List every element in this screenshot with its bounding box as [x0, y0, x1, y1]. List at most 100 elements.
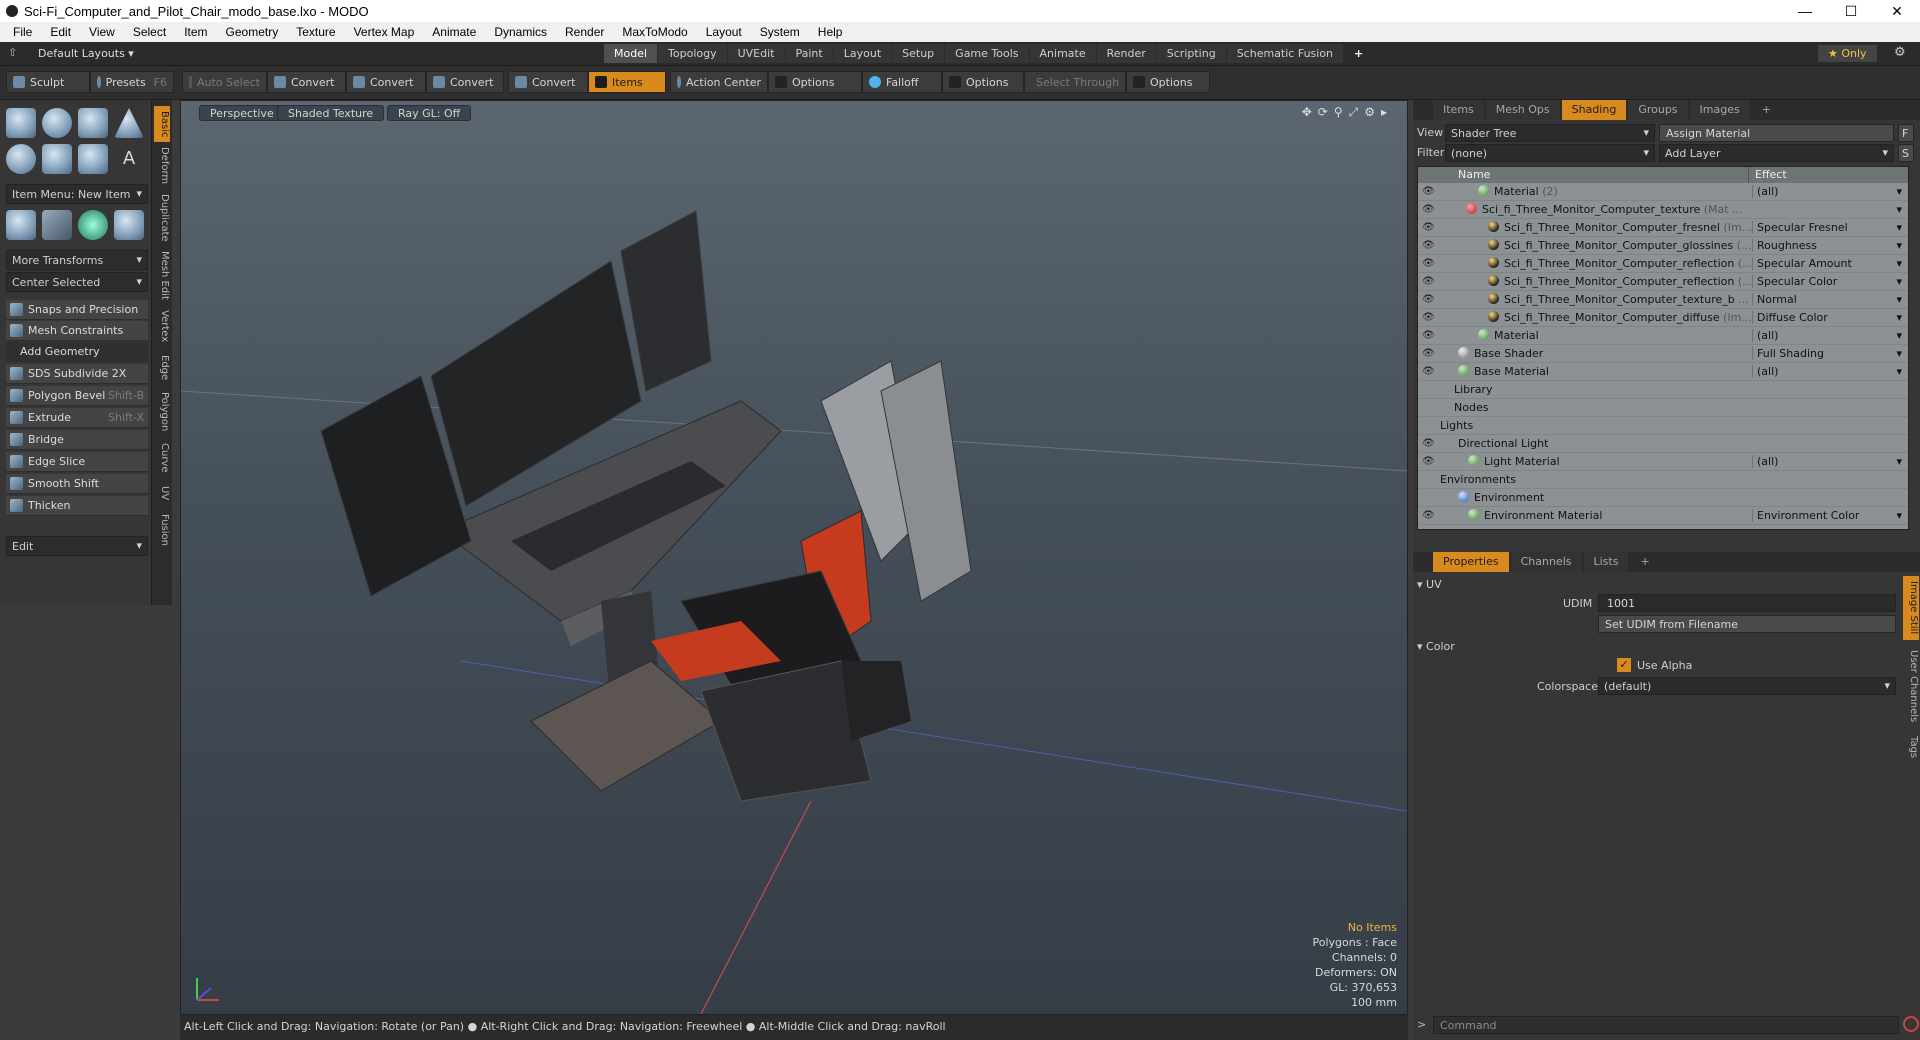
add-layer-dropdown[interactable]: Add Layer [1659, 144, 1894, 162]
add-geometry-header[interactable]: Add Geometry [6, 342, 148, 362]
center-selected-dropdown[interactable]: Center Selected [6, 272, 148, 292]
capsule-icon[interactable] [42, 144, 72, 174]
cube-icon[interactable] [6, 108, 36, 138]
uv-section[interactable]: ▾ UV [1417, 578, 1442, 591]
shader-tree-row[interactable]: 👁 Material (2) (all) [1418, 183, 1908, 201]
menu-select[interactable]: Select [124, 25, 175, 39]
mesh-constraints-button[interactable]: Mesh Constraints [6, 321, 148, 341]
effect-dropdown[interactable]: (all) [1752, 185, 1902, 198]
view-dropdown[interactable]: Shader Tree [1445, 124, 1655, 142]
visibility-eye-icon[interactable]: 👁 [1422, 222, 1435, 233]
vtab-user-channels[interactable]: User Channels [1903, 646, 1919, 726]
tab-setup[interactable]: Setup [892, 44, 945, 63]
vtab-mesh-edit[interactable]: Mesh Edit [154, 250, 170, 300]
shader-tree-row[interactable]: 👁 Sci_fi_Three_Monitor_Computer_reflectio… [1418, 273, 1908, 291]
menu-geometry[interactable]: Geometry [217, 25, 288, 39]
menu-dynamics[interactable]: Dynamics [485, 25, 556, 39]
tab-mesh-ops[interactable]: Mesh Ops [1485, 100, 1560, 120]
scale-icon[interactable] [114, 210, 144, 240]
visibility-eye-icon[interactable]: 👁 [1422, 312, 1435, 323]
falloff-button[interactable]: Falloff [862, 71, 942, 93]
gear-icon[interactable]: ⚙ [1894, 45, 1906, 60]
tab-topology[interactable]: Topology [658, 44, 727, 63]
effect-dropdown[interactable]: Environment Color [1752, 509, 1902, 522]
vtab-fusion[interactable]: Fusion [154, 510, 170, 550]
shader-tree-row[interactable]: Environment [1418, 489, 1908, 507]
transform-icon[interactable] [6, 210, 36, 240]
default-layouts-dropdown[interactable]: Default Layouts ▾ [38, 47, 134, 60]
menu-layout[interactable]: Layout [697, 25, 751, 39]
vtab-duplicate[interactable]: Duplicate [154, 192, 170, 244]
auto-select-button[interactable]: Auto Select [182, 71, 267, 93]
shader-tree-row[interactable]: 👁 Base Shader Full Shading [1418, 345, 1908, 363]
more-transforms-dropdown[interactable]: More Transforms [6, 250, 148, 270]
select-through-button[interactable]: Select Through [1024, 71, 1126, 93]
convert-material-button[interactable]: Convert [508, 71, 588, 93]
shader-tree-row[interactable]: 👁 Sci_fi_Three_Monitor_Computer_fresnel (… [1418, 219, 1908, 237]
action-center-options-button[interactable]: Options [768, 71, 862, 93]
assign-material-button[interactable]: Assign Material [1659, 124, 1894, 142]
tool-polygon-bevel[interactable]: Polygon Bevel Shift-B [6, 386, 148, 406]
add-tab-button[interactable]: + [1630, 552, 1659, 572]
tool-edge-slice[interactable]: Edge Slice [6, 452, 148, 472]
vtab-edge[interactable]: Edge [154, 352, 170, 384]
text-icon[interactable]: A [114, 144, 144, 174]
column-effect[interactable]: Effect [1748, 167, 1908, 183]
tab-animate[interactable]: Animate [1029, 44, 1096, 63]
only-toggle[interactable]: ★ Only [1818, 45, 1877, 62]
column-name[interactable]: Name [1418, 167, 1748, 183]
sculpt-button[interactable]: Sculpt [6, 71, 90, 93]
convert-vertex-button[interactable]: Convert [267, 71, 346, 93]
visibility-eye-icon[interactable]: 👁 [1422, 294, 1435, 305]
shader-tree-row[interactable]: 👁 Material (all) [1418, 327, 1908, 345]
item-menu-dropdown[interactable]: Item Menu: New Item [6, 184, 148, 204]
grid-icon[interactable] [42, 210, 72, 240]
tool-smooth-shift[interactable]: Smooth Shift [6, 474, 148, 494]
add-tab-button[interactable]: + [1752, 100, 1781, 120]
shader-tree-row[interactable]: 👁 Directional Light [1418, 435, 1908, 453]
shader-tree-row[interactable]: Lights [1418, 417, 1908, 435]
tab-game-tools[interactable]: Game Tools [945, 44, 1029, 63]
minimize-button[interactable]: — [1782, 3, 1828, 20]
visibility-eye-icon[interactable]: 👁 [1422, 456, 1435, 467]
use-alpha-checkbox[interactable]: ✓ [1617, 658, 1631, 672]
cone-icon[interactable] [114, 108, 144, 138]
effect-dropdown[interactable]: Specular Amount [1752, 257, 1902, 270]
menu-item[interactable]: Item [175, 25, 216, 39]
tool-sds-subdivide[interactable]: SDS Subdivide 2X [6, 364, 148, 384]
effect-dropdown[interactable]: Roughness [1752, 239, 1902, 252]
sphere-icon[interactable] [42, 108, 72, 138]
presets-button[interactable]: Presets F6 [90, 71, 174, 93]
effect-dropdown[interactable]: Full Shading [1752, 347, 1902, 360]
edit-dropdown[interactable]: Edit [6, 536, 148, 556]
visibility-eye-icon[interactable]: 👁 [1422, 348, 1435, 359]
effect-dropdown[interactable]: Specular Color [1752, 275, 1902, 288]
command-input[interactable]: Command [1433, 1016, 1899, 1034]
tool-thicken[interactable]: Thicken [6, 496, 148, 516]
shader-tree-row[interactable]: Environments [1418, 471, 1908, 489]
convert-edge-button[interactable]: Convert [346, 71, 426, 93]
menu-animate[interactable]: Animate [423, 25, 485, 39]
set-udim-button[interactable]: Set UDIM from Filename [1598, 615, 1896, 633]
menu-texture[interactable]: Texture [287, 25, 344, 39]
visibility-eye-icon[interactable]: 👁 [1422, 186, 1435, 197]
3d-viewport[interactable]: Perspective Shaded Texture Ray GL: Off ✥… [180, 100, 1408, 1015]
color-section[interactable]: ▾ Color [1417, 640, 1455, 653]
tool-extrude[interactable]: Extrude Shift-X [6, 408, 148, 428]
s-button[interactable]: S [1898, 144, 1914, 162]
shader-tree-row[interactable]: 👁 Sci_fi_Three_Monitor_Computer_glossines… [1418, 237, 1908, 255]
pin-icon[interactable]: ⇧ [8, 46, 17, 59]
tab-items[interactable]: Items [1433, 100, 1484, 120]
vtab-uv[interactable]: UV [154, 482, 170, 504]
shader-tree-row[interactable]: Nodes [1418, 399, 1908, 417]
visibility-eye-icon[interactable]: 👁 [1422, 240, 1435, 251]
menu-render[interactable]: Render [556, 25, 613, 39]
effect-dropdown[interactable]: Diffuse Color [1752, 311, 1902, 324]
cylinder-icon[interactable] [78, 108, 108, 138]
effect-dropdown[interactable]: (all) [1752, 329, 1902, 342]
vtab-polygon[interactable]: Polygon [154, 390, 170, 434]
visibility-eye-icon[interactable]: 👁 [1422, 510, 1435, 521]
items-mode-button[interactable]: Items [588, 71, 666, 93]
visibility-eye-icon[interactable]: 👁 [1422, 276, 1435, 287]
vtab-tags[interactable]: Tags [1903, 732, 1919, 762]
